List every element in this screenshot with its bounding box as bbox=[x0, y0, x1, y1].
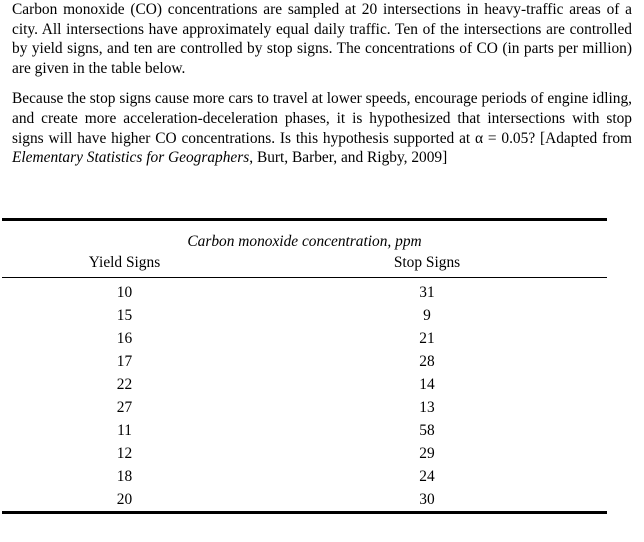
cell-yield: 22 bbox=[116, 376, 133, 393]
cell-stop: 30 bbox=[419, 491, 435, 508]
column-header-yield-signs: Yield Signs bbox=[88, 254, 161, 271]
table-bottom-rule bbox=[2, 511, 607, 514]
co-concentration-table-body: 10 31 15 9 16 21 17 28 22 14 27 13 11 58… bbox=[2, 278, 607, 511]
cell-yield: 12 bbox=[116, 445, 133, 462]
cell-stop: 13 bbox=[419, 399, 435, 416]
co-concentration-table: Yield Signs Stop Signs bbox=[2, 253, 607, 277]
table-row: 15 9 bbox=[2, 304, 607, 327]
table-row: 20 30 bbox=[2, 488, 607, 511]
cell-stop: 31 bbox=[419, 284, 435, 301]
table-caption: Carbon monoxide concentration, ppm bbox=[187, 233, 422, 250]
table-row: 10 31 bbox=[2, 278, 607, 304]
table-row: 18 24 bbox=[2, 465, 607, 488]
table-header: Yield Signs Stop Signs bbox=[2, 253, 607, 277]
table-row: 11 58 bbox=[2, 419, 607, 442]
column-header-stop-signs: Stop Signs bbox=[393, 254, 461, 271]
data-table-block: Carbon monoxide concentration, ppm Yield… bbox=[2, 218, 607, 514]
table-header-row: Yield Signs Stop Signs bbox=[2, 253, 607, 277]
table-row: 27 13 bbox=[2, 396, 607, 419]
cell-stop: 28 bbox=[419, 353, 435, 370]
paragraph-problem-statement-text: Carbon monoxide (CO) concentrations are … bbox=[12, 1, 632, 77]
table-row: 12 29 bbox=[2, 442, 607, 465]
table-row: 22 14 bbox=[2, 373, 607, 396]
cell-stop: 24 bbox=[419, 468, 435, 485]
cell-yield: 20 bbox=[116, 491, 133, 508]
hypothesis-text-part-2: , Burt, Barber, and Rigby, 2009] bbox=[249, 149, 448, 167]
cell-stop: 29 bbox=[419, 445, 435, 462]
cell-yield: 15 bbox=[116, 307, 133, 324]
cell-stop: 21 bbox=[419, 330, 435, 347]
cell-yield: 10 bbox=[116, 284, 133, 301]
cell-stop: 14 bbox=[419, 376, 435, 393]
cell-yield: 17 bbox=[116, 353, 133, 370]
table-body: 10 31 15 9 16 21 17 28 22 14 27 13 11 58… bbox=[2, 278, 607, 511]
cell-yield: 27 bbox=[116, 399, 133, 416]
cell-stop: 9 bbox=[423, 307, 431, 324]
cell-yield: 18 bbox=[116, 468, 133, 485]
problem-text-block: Carbon monoxide (CO) concentrations are … bbox=[12, 0, 632, 168]
table-row: 16 21 bbox=[2, 327, 607, 350]
book-title-citation: Elementary Statistics for Geographers bbox=[12, 149, 250, 167]
paragraph-problem-statement: Carbon monoxide (CO) concentrations are … bbox=[12, 0, 632, 78]
cell-stop: 58 bbox=[419, 422, 435, 439]
cell-yield: 11 bbox=[117, 422, 132, 439]
hypothesis-text-part-1: Because the stop signs cause more cars t… bbox=[12, 90, 632, 147]
cell-yield: 16 bbox=[116, 330, 133, 347]
table-row: 17 28 bbox=[2, 350, 607, 373]
document-page: Carbon monoxide (CO) concentrations are … bbox=[0, 0, 644, 542]
paragraph-hypothesis-statement: Because the stop signs cause more cars t… bbox=[12, 89, 632, 167]
